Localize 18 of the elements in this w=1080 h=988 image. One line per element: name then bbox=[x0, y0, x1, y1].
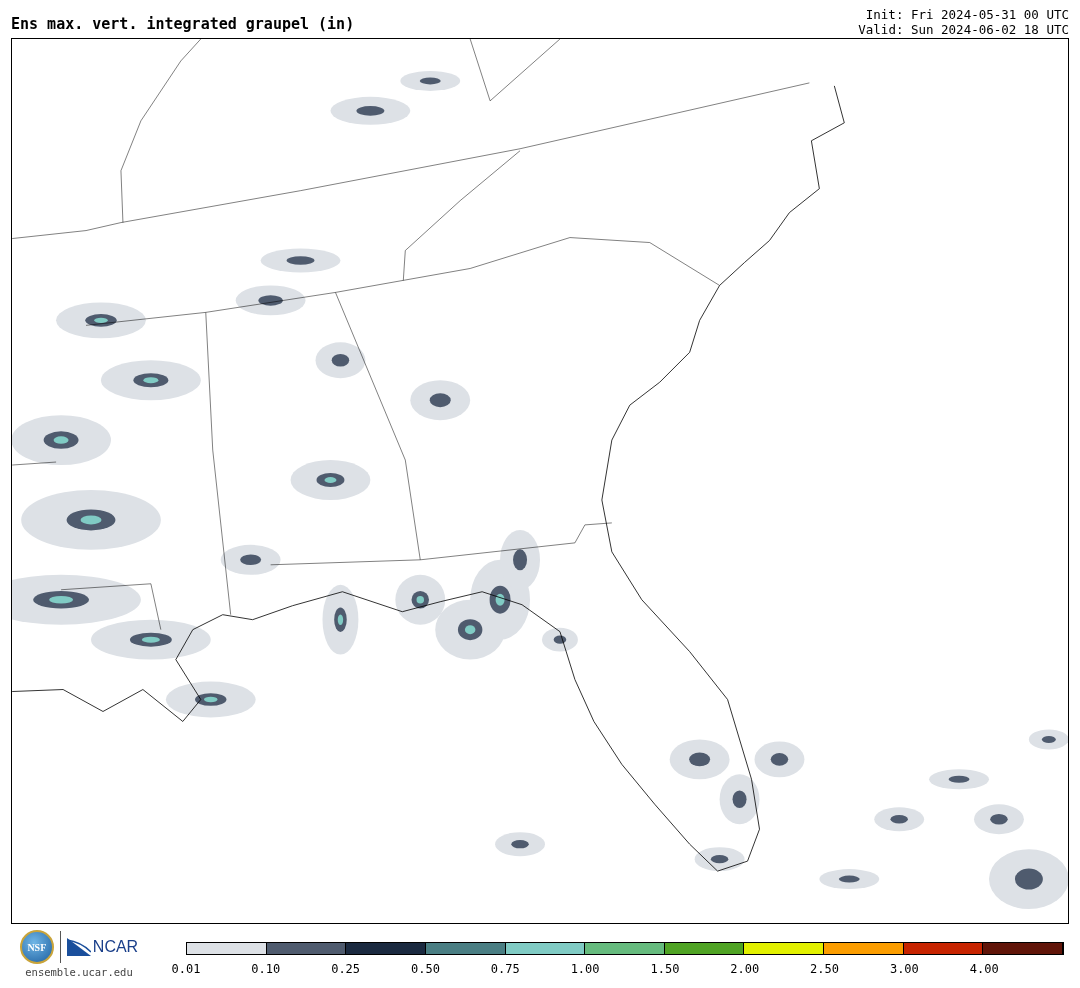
tick-label: 1.00 bbox=[570, 962, 600, 976]
ncar-logo-icon bbox=[66, 938, 91, 956]
nsf-logo: NSF bbox=[19, 930, 54, 964]
tick-label: 0.01 bbox=[171, 962, 201, 976]
tick-label: 2.00 bbox=[730, 962, 760, 976]
tick-label: 3.00 bbox=[889, 962, 919, 976]
tick-label: 4.00 bbox=[969, 962, 999, 976]
tick-label: 2.50 bbox=[810, 962, 839, 976]
tick-label: 0.25 bbox=[331, 962, 361, 976]
init-time: Init: Fri 2024-05-31 00 UTC bbox=[865, 7, 1069, 22]
tick-label: 0.50 bbox=[411, 962, 440, 976]
tick-label: 0.75 bbox=[490, 962, 520, 976]
site-url: ensemble.ucar.edu bbox=[25, 966, 133, 978]
ncar-logo-text: NCAR bbox=[92, 938, 139, 956]
chart-title: Ens max. vert. integrated graupel (in) bbox=[11, 15, 355, 33]
valid-time: Valid: Sun 2024-06-02 18 UTC bbox=[858, 22, 1069, 37]
tick-label: 1.50 bbox=[650, 962, 680, 976]
tick-label: 0.10 bbox=[251, 962, 281, 976]
